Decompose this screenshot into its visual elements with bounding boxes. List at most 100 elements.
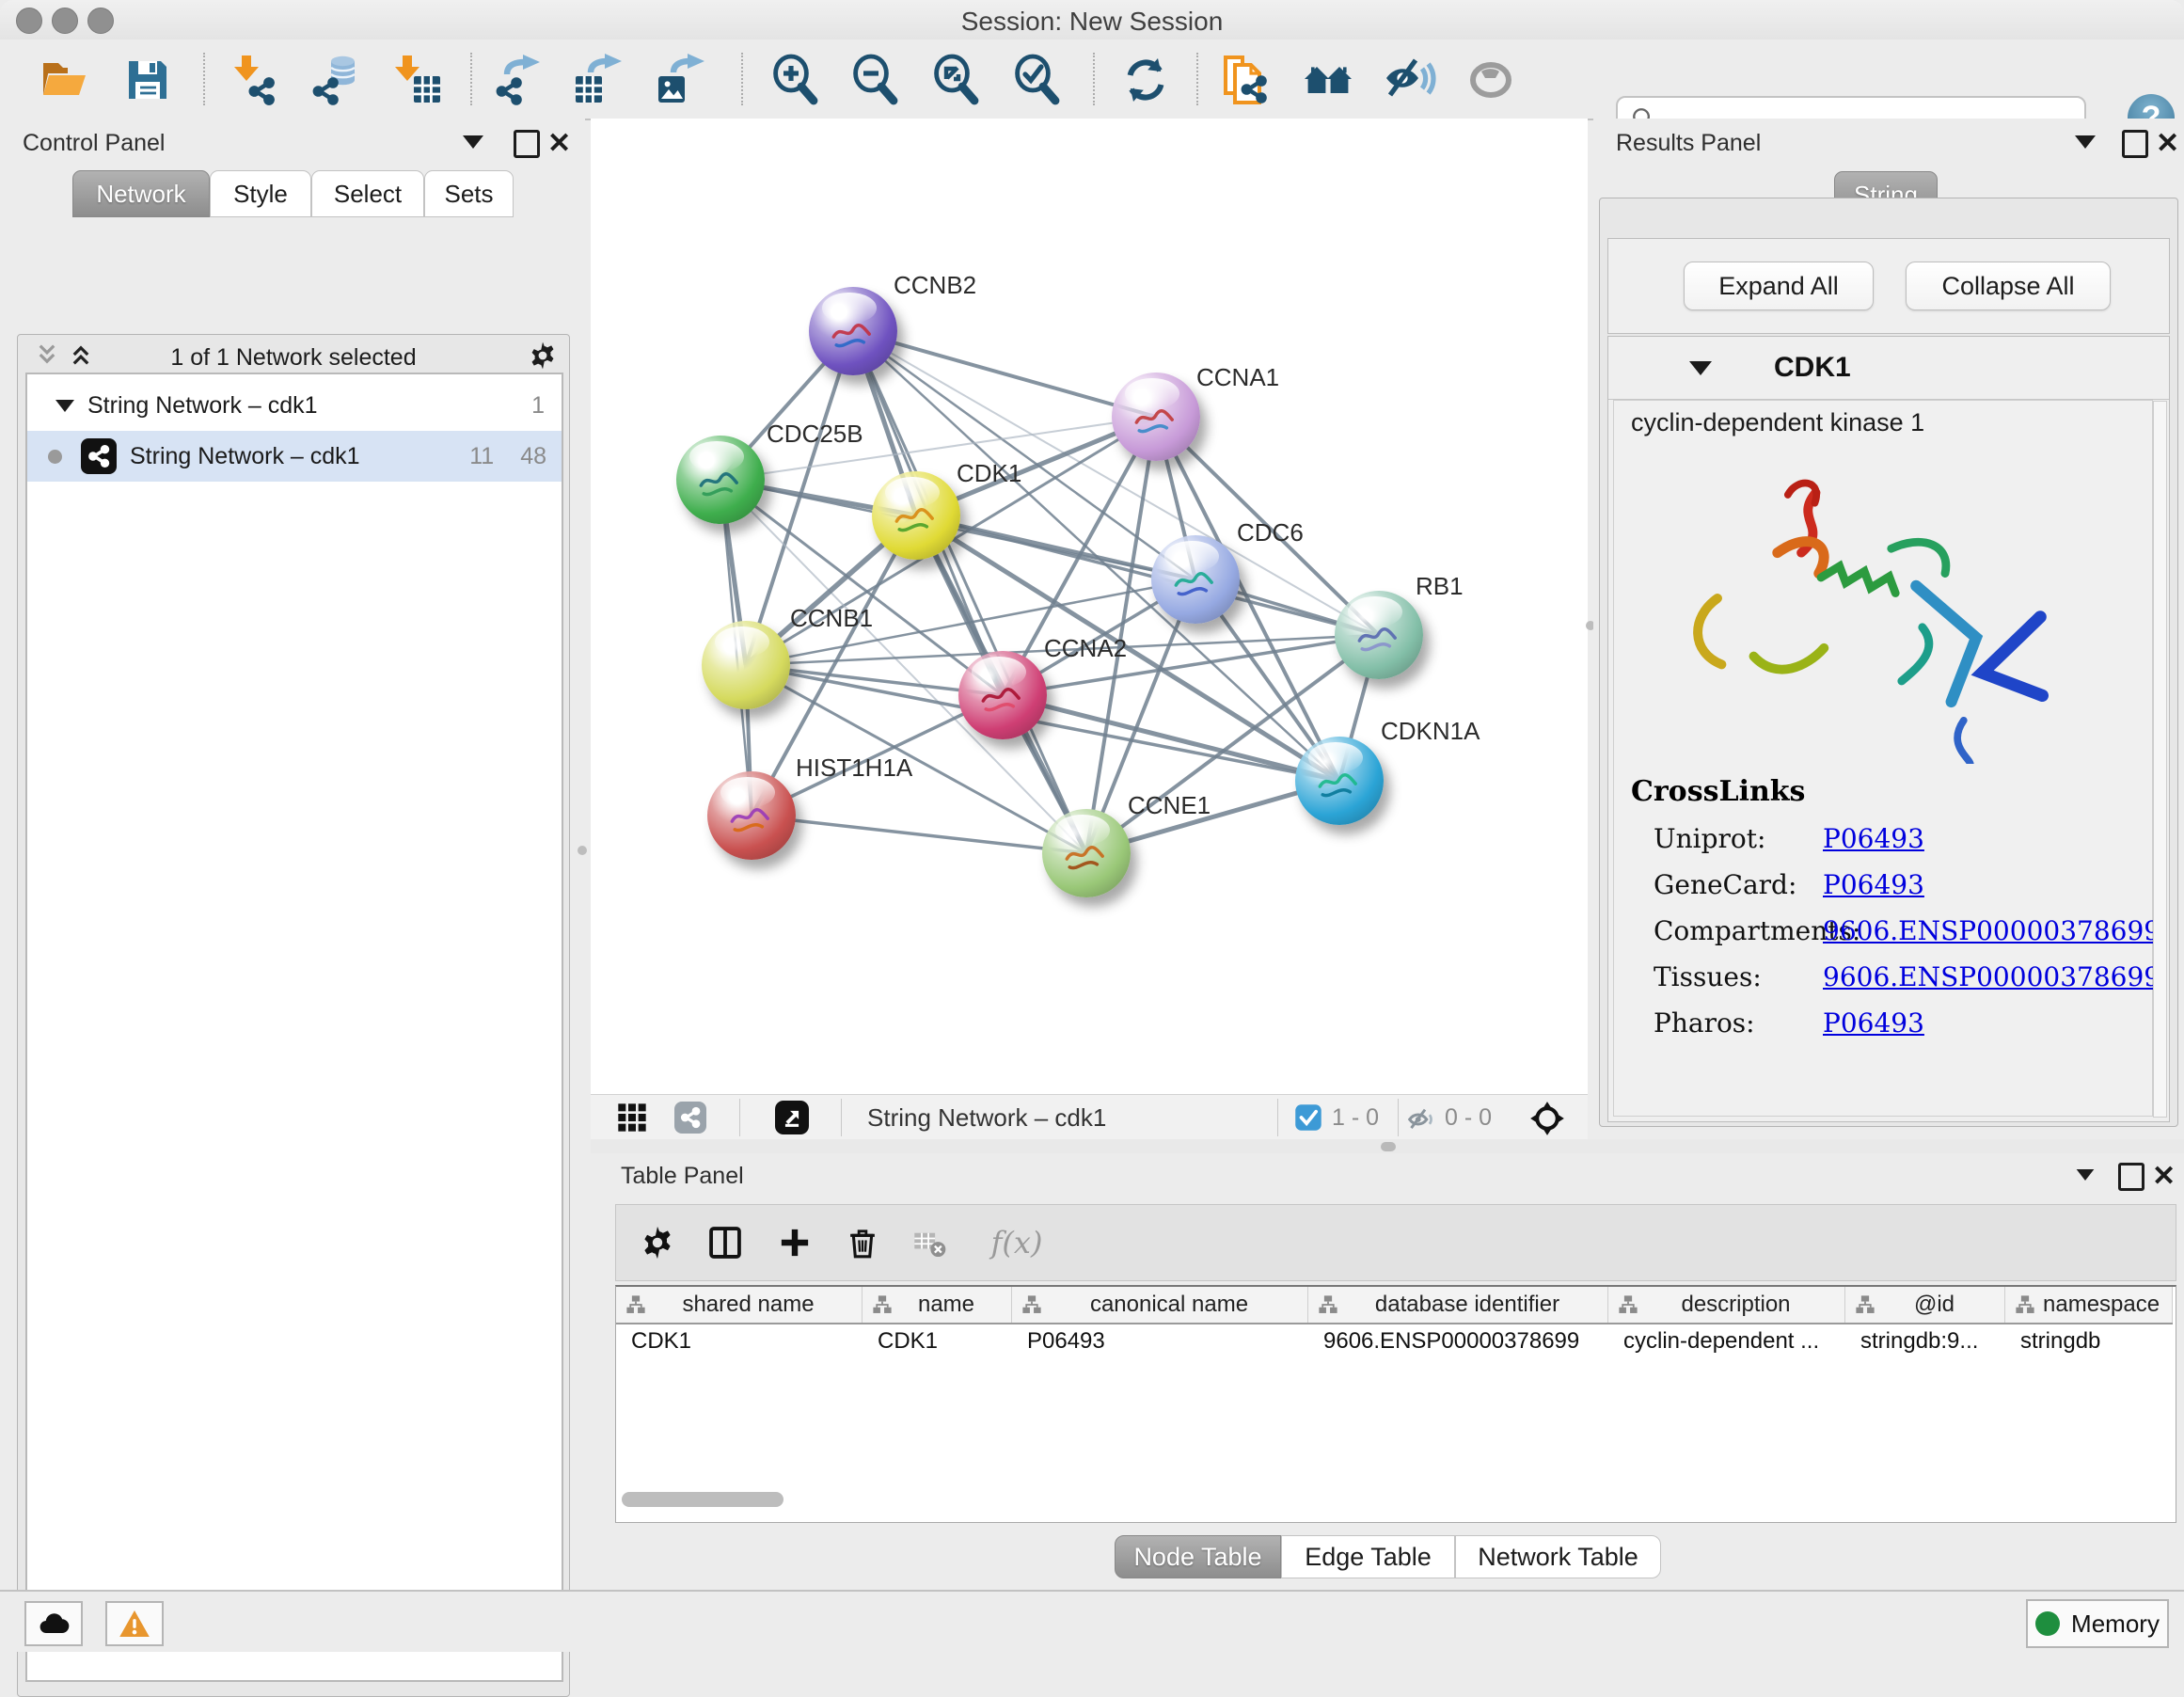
apply-layout-button[interactable]: [1116, 51, 1175, 109]
tab-edge-table[interactable]: Edge Table: [1281, 1535, 1455, 1578]
panel-close-icon[interactable]: ✕: [2156, 130, 2179, 158]
column-header-shared-name[interactable]: shared name: [616, 1287, 863, 1323]
save-session-button[interactable]: [119, 51, 177, 109]
zoom-out-button[interactable]: [846, 51, 904, 109]
expand-all-button[interactable]: Expand All: [1684, 262, 1874, 310]
crosslink-link[interactable]: P06493: [1823, 869, 1924, 900]
network-node-hist1h1a[interactable]: [707, 771, 796, 860]
export-image-button[interactable]: [652, 51, 710, 109]
column-header-database-identifier[interactable]: database identifier: [1308, 1287, 1608, 1323]
tab-network-table[interactable]: Network Table: [1455, 1535, 1661, 1578]
horizontal-splitter[interactable]: [591, 1139, 2184, 1153]
network-node-cdc25b[interactable]: [676, 436, 765, 524]
column-header-name[interactable]: name: [863, 1287, 1012, 1323]
import-network-button[interactable]: [223, 51, 281, 109]
delete-column-trash-icon[interactable]: [842, 1222, 883, 1263]
network-node-ccna2[interactable]: [958, 651, 1047, 739]
table-settings-gear-icon[interactable]: [637, 1222, 678, 1263]
show-hide-toggle-button[interactable]: [1462, 51, 1520, 109]
panel-float-icon[interactable]: [2118, 1163, 2144, 1191]
column-header-description[interactable]: description: [1608, 1287, 1845, 1323]
table-horizontal-scrollbar[interactable]: [622, 1492, 783, 1507]
network-share-icon[interactable]: [673, 1101, 707, 1134]
table-cell[interactable]: stringdb:9...: [1845, 1324, 2005, 1358]
node-result-header[interactable]: CDK1: [1608, 337, 2169, 400]
tab-select[interactable]: Select: [311, 170, 424, 217]
results-scrollbar[interactable]: [2153, 401, 2167, 1118]
memory-button[interactable]: Memory: [2026, 1599, 2169, 1648]
create-column-plus-icon[interactable]: [774, 1222, 815, 1263]
column-header-namespace[interactable]: namespace: [2005, 1287, 2173, 1323]
panel-close-icon[interactable]: ✕: [2152, 1163, 2176, 1191]
network-canvas[interactable]: CCNB2CCNA1CDC25BCDK1CDC6RB1CCNB1CCNA2CDK…: [591, 119, 1588, 1094]
export-image-icon: [655, 54, 707, 106]
string-home-button[interactable]: [1300, 51, 1358, 109]
toolbar-separator: [470, 53, 472, 105]
tab-node-table[interactable]: Node Table: [1115, 1535, 1281, 1578]
panel-menu-icon[interactable]: [2075, 135, 2096, 149]
birds-eye-view-icon[interactable]: [1527, 1099, 1567, 1138]
selected-checkbox-icon[interactable]: [1294, 1103, 1322, 1132]
crosslink-link[interactable]: P06493: [1823, 1007, 1924, 1039]
open-in-new-window-icon[interactable]: [775, 1101, 809, 1134]
network-options-gear-icon[interactable]: [528, 341, 558, 371]
network-node-ccnb1[interactable]: [702, 621, 790, 709]
network-collection-row[interactable]: String Network – cdk1 1: [27, 380, 562, 431]
panel-close-icon[interactable]: ✕: [547, 130, 571, 158]
network-row-selected[interactable]: String Network – cdk1 11 48: [27, 431, 562, 482]
function-builder-icon[interactable]: f(x): [979, 1222, 1054, 1263]
table-row[interactable]: CDK1CDK1P064939606.ENSP00000378699cyclin…: [616, 1324, 2173, 1358]
panel-float-icon[interactable]: [2122, 130, 2148, 158]
node-description: cyclin-dependent kinase 1: [1631, 408, 1924, 437]
column-header-canonical-name[interactable]: canonical name: [1012, 1287, 1308, 1323]
table-cell[interactable]: stringdb: [2005, 1324, 2173, 1358]
crosslink-link[interactable]: 9606.ENSP00000378699: [1823, 961, 2160, 992]
table-cell[interactable]: CDK1: [863, 1324, 1012, 1358]
panel-menu-icon[interactable]: [463, 135, 483, 149]
table-cell[interactable]: cyclin-dependent ...: [1608, 1324, 1845, 1358]
crosslink-link[interactable]: P06493: [1823, 823, 1924, 854]
collapse-all-button[interactable]: Collapse All: [1906, 262, 2111, 310]
tab-network[interactable]: Network: [72, 170, 210, 217]
left-splitter-handle[interactable]: [578, 846, 587, 855]
open-session-button[interactable]: [35, 51, 93, 109]
panel-float-icon[interactable]: [514, 130, 540, 158]
grid-view-icon[interactable]: [615, 1101, 649, 1134]
network-node-cdk1[interactable]: [872, 471, 960, 560]
network-node-cdc6[interactable]: [1151, 535, 1240, 624]
show-columns-icon[interactable]: [704, 1222, 746, 1263]
automation-cloud-button[interactable]: [24, 1601, 83, 1646]
column-header--id[interactable]: @id: [1845, 1287, 2005, 1323]
export-network-button[interactable]: [487, 51, 546, 109]
table-cell[interactable]: P06493: [1012, 1324, 1308, 1358]
enhanced-graphics-toggle-button[interactable]: [1381, 51, 1439, 109]
warnings-button[interactable]: [105, 1601, 164, 1646]
table-cell[interactable]: CDK1: [616, 1324, 863, 1358]
import-network-from-database-button[interactable]: [306, 51, 364, 109]
network-node-ccne1[interactable]: [1042, 809, 1131, 897]
network-edge[interactable]: [916, 515, 1379, 635]
network-node-rb1[interactable]: [1335, 591, 1423, 679]
node-table[interactable]: shared namenamecanonical namedatabase id…: [615, 1285, 2176, 1523]
export-table-button[interactable]: [569, 51, 627, 109]
tab-style[interactable]: Style: [210, 170, 311, 217]
table-cell[interactable]: 9606.ENSP00000378699: [1308, 1324, 1608, 1358]
zoom-fit-button[interactable]: [926, 51, 985, 109]
network-node-ccnb2[interactable]: [809, 287, 897, 375]
clone-network-button[interactable]: [1215, 51, 1274, 109]
network-node-cdkn1a[interactable]: [1295, 737, 1384, 825]
zoom-selected-button[interactable]: [1007, 51, 1066, 109]
import-table-button[interactable]: [388, 51, 447, 109]
zoom-in-button[interactable]: [766, 51, 824, 109]
crosslink-link[interactable]: 9606.ENSP00000378699: [1823, 915, 2160, 946]
panel-menu-icon[interactable]: [2075, 1168, 2096, 1182]
hidden-eye-slash-icon[interactable]: [1405, 1102, 1439, 1136]
node-label-ccna1: CCNA1: [1196, 363, 1279, 392]
network-edge[interactable]: [752, 816, 1086, 853]
tab-sets[interactable]: Sets: [424, 170, 514, 217]
section-expand-icon[interactable]: [1689, 361, 1712, 375]
splitter-handle[interactable]: [1381, 1142, 1396, 1151]
collection-expand-icon[interactable]: [55, 400, 74, 412]
protein-structure-thumbnail: [882, 491, 949, 546]
network-node-ccna1[interactable]: [1112, 373, 1200, 461]
